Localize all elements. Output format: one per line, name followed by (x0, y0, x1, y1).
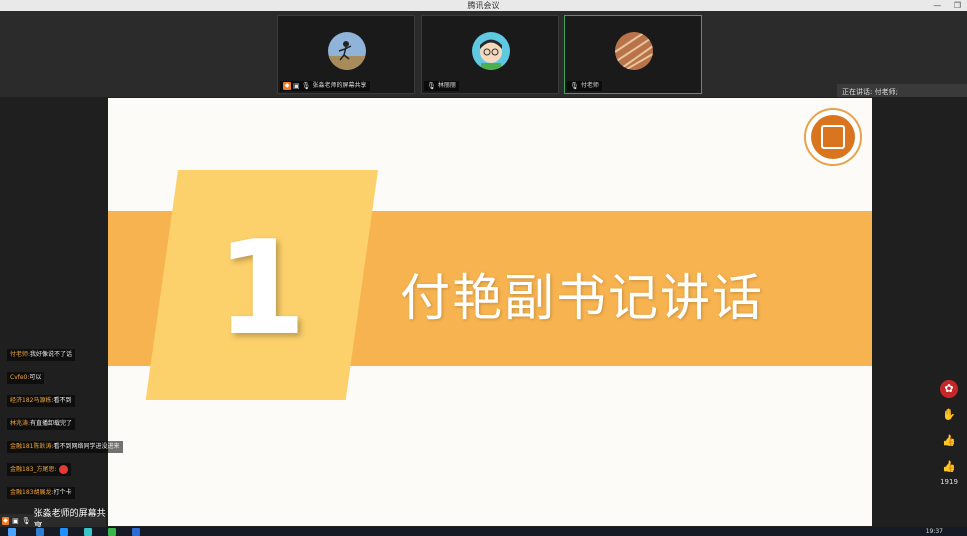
microphone-icon: 🎙 (570, 82, 579, 90)
chat-app-icon[interactable] (108, 528, 116, 536)
shared-slide: 1 付艳副书记讲话 (108, 98, 872, 526)
windows-start-icon[interactable] (8, 528, 16, 536)
minimize-icon[interactable]: — (933, 1, 941, 10)
app-icon[interactable] (60, 528, 68, 536)
hand-icon[interactable]: ✋ (940, 406, 958, 424)
participant-name: 张淼老师的屏幕共享 (312, 82, 367, 89)
participant-tile-screen-share[interactable]: ◆ ▣ 🎙 张淼老师的屏幕共享 (277, 15, 415, 94)
window-title: 腾讯会议 (467, 1, 500, 10)
thumbs-up-icon[interactable]: 👍 (940, 432, 958, 450)
chat-message: 经济182马源栋:看不到 (7, 395, 75, 407)
participant-name: 付老师 (580, 82, 599, 89)
taskbar: 19:37 (0, 527, 967, 536)
browser-icon[interactable] (84, 528, 92, 536)
avatar (472, 32, 510, 70)
chat-message: Cvfe0:可以 (7, 372, 45, 384)
participant-tile-linlili[interactable]: 🎙 林丽丽 (421, 15, 559, 94)
title-bar: 腾讯会议 — ❐ (0, 0, 967, 11)
screen-share-icon: ▣ (293, 82, 300, 90)
microphone-muted-icon: 🎙 (427, 82, 436, 90)
avatar (328, 32, 366, 70)
participant-nameplate: ◆ ▣ 🎙 张淼老师的屏幕共享 (280, 81, 370, 91)
app-icon[interactable] (36, 528, 44, 536)
speaking-label: 正在讲话: 付老师; (842, 88, 898, 96)
host-icon: ◆ (283, 82, 291, 90)
chat-message: 付老师:我好像说不了话 (7, 349, 76, 361)
reaction-panel: ✿ ✋ 👍 👍 1919 (935, 380, 963, 486)
participant-nameplate: 🎙 林丽丽 (424, 81, 459, 91)
slide-title: 付艳副书记讲话 (400, 269, 764, 327)
reaction-count: 1919 (940, 478, 958, 486)
microphone-icon: 🎙 (301, 82, 311, 90)
restore-icon[interactable]: ❐ (954, 1, 961, 10)
taskbar-clock: 19:37 (925, 528, 943, 535)
host-icon: ◆ (2, 516, 10, 525)
flower-icon (59, 465, 69, 474)
screen-share-status: ◆ ▣ 🎙 张淼老师的屏幕共享 (0, 509, 106, 532)
flower-icon[interactable]: ✿ (940, 380, 958, 398)
screen-share-icon: ▣ (12, 516, 19, 525)
participant-tile-fu-teacher[interactable]: 🎙 付老师 (564, 15, 702, 94)
microphone-icon: 🎙 (21, 516, 31, 525)
thumbs-up-icon[interactable]: 👍 (940, 458, 958, 476)
chat-message: 金融183胡展龙:打个卡 (7, 487, 75, 499)
school-logo (804, 108, 862, 166)
meeting-app-icon[interactable] (132, 528, 140, 536)
participant-nameplate: 🎙 付老师 (567, 81, 602, 91)
logo-emblem-icon (811, 115, 855, 159)
slide-number: 1 (216, 212, 307, 364)
chat-message: 林兆涛:有直播卸载完了 (7, 418, 76, 430)
window-controls: — ❐ (923, 0, 961, 11)
participant-bar: ◆ ▣ 🎙 张淼老师的屏幕共享 🎙 林丽丽 🎙 付老师 (0, 11, 967, 97)
chat-messages: 付老师:我好像说不了话 Cvfe0:可以 经济182马源栋:看不到 林兆涛:有直… (7, 341, 137, 502)
avatar (615, 32, 653, 70)
chat-message: 金融183_方尾思: (7, 463, 72, 476)
chat-message: 金融181陈鈥涛:看不到网络同学进没进来 (7, 441, 123, 453)
participant-name: 林丽丽 (437, 82, 456, 89)
